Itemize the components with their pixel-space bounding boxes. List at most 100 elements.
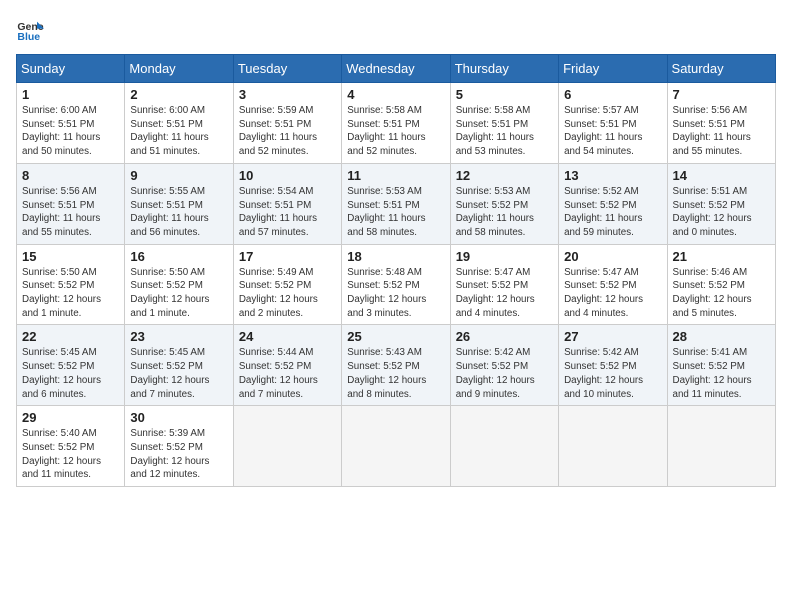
day-number: 8	[22, 168, 119, 183]
day-number: 16	[130, 249, 227, 264]
day-info: Sunrise: 5:50 AM Sunset: 5:52 PM Dayligh…	[130, 266, 227, 321]
page-header: General Blue	[16, 16, 776, 44]
calendar-cell: 6 Sunrise: 5:57 AM Sunset: 5:51 PM Daylig…	[559, 83, 667, 164]
calendar-cell: 14 Sunrise: 5:51 AM Sunset: 5:52 PM Dayli…	[667, 163, 775, 244]
day-info: Sunrise: 5:52 AM Sunset: 5:52 PM Dayligh…	[564, 185, 661, 240]
day-info: Sunrise: 5:43 AM Sunset: 5:52 PM Dayligh…	[347, 346, 444, 401]
calendar-cell: 18 Sunrise: 5:48 AM Sunset: 5:52 PM Dayli…	[342, 244, 450, 325]
logo-icon: General Blue	[16, 16, 44, 44]
day-info: Sunrise: 5:58 AM Sunset: 5:51 PM Dayligh…	[347, 104, 444, 159]
calendar-cell: 19 Sunrise: 5:47 AM Sunset: 5:52 PM Dayli…	[450, 244, 558, 325]
day-number: 4	[347, 87, 444, 102]
calendar-week-row: 1 Sunrise: 6:00 AM Sunset: 5:51 PM Daylig…	[17, 83, 776, 164]
calendar-cell: 24Sunrise: 5:44 AM Sunset: 5:52 PM Dayli…	[233, 325, 341, 406]
calendar-cell: 30 Sunrise: 5:39 AM Sunset: 5:52 PM Dayli…	[125, 406, 233, 487]
day-info: Sunrise: 5:48 AM Sunset: 5:52 PM Dayligh…	[347, 266, 444, 321]
day-info: Sunrise: 5:56 AM Sunset: 5:51 PM Dayligh…	[673, 104, 770, 159]
day-info: Sunrise: 5:42 AM Sunset: 5:52 PM Dayligh…	[564, 346, 661, 401]
day-number: 6	[564, 87, 661, 102]
day-number: 22	[22, 329, 119, 344]
day-number: 18	[347, 249, 444, 264]
day-number: 29	[22, 410, 119, 425]
calendar-week-row: 22 Sunrise: 5:45 AM Sunset: 5:52 PM Dayli…	[17, 325, 776, 406]
day-info: Sunrise: 5:54 AM Sunset: 5:51 PM Dayligh…	[239, 185, 336, 240]
day-number: 3	[239, 87, 336, 102]
day-info: Sunrise: 5:50 AM Sunset: 5:52 PM Dayligh…	[22, 266, 119, 321]
day-number: 1	[22, 87, 119, 102]
day-number: 5	[456, 87, 553, 102]
calendar-header-row: SundayMondayTuesdayWednesdayThursdayFrid…	[17, 55, 776, 83]
day-info: Sunrise: 6:00 AM Sunset: 5:51 PM Dayligh…	[22, 104, 119, 159]
calendar-cell: 27Sunrise: 5:42 AM Sunset: 5:52 PM Dayli…	[559, 325, 667, 406]
day-info: Sunrise: 5:56 AM Sunset: 5:51 PM Dayligh…	[22, 185, 119, 240]
day-number: 28	[673, 329, 770, 344]
col-header-sunday: Sunday	[17, 55, 125, 83]
calendar-cell: 9Sunrise: 5:55 AM Sunset: 5:51 PM Daylig…	[125, 163, 233, 244]
day-info: Sunrise: 5:46 AM Sunset: 5:52 PM Dayligh…	[673, 266, 770, 321]
calendar-cell: 28 Sunrise: 5:41 AM Sunset: 5:52 PM Dayli…	[667, 325, 775, 406]
day-info: Sunrise: 5:47 AM Sunset: 5:52 PM Dayligh…	[564, 266, 661, 321]
svg-text:Blue: Blue	[17, 31, 40, 43]
day-number: 30	[130, 410, 227, 425]
col-header-friday: Friday	[559, 55, 667, 83]
day-number: 26	[456, 329, 553, 344]
calendar-cell: 11 Sunrise: 5:53 AM Sunset: 5:51 PM Dayli…	[342, 163, 450, 244]
calendar-cell: 23 Sunrise: 5:45 AM Sunset: 5:52 PM Dayli…	[125, 325, 233, 406]
calendar-cell: 3Sunrise: 5:59 AM Sunset: 5:51 PM Daylig…	[233, 83, 341, 164]
calendar-cell: 5Sunrise: 5:58 AM Sunset: 5:51 PM Daylig…	[450, 83, 558, 164]
col-header-tuesday: Tuesday	[233, 55, 341, 83]
day-number: 13	[564, 168, 661, 183]
day-number: 15	[22, 249, 119, 264]
day-info: Sunrise: 6:00 AM Sunset: 5:51 PM Dayligh…	[130, 104, 227, 159]
day-info: Sunrise: 5:40 AM Sunset: 5:52 PM Dayligh…	[22, 427, 119, 482]
calendar-cell: 4 Sunrise: 5:58 AM Sunset: 5:51 PM Daylig…	[342, 83, 450, 164]
col-header-thursday: Thursday	[450, 55, 558, 83]
day-info: Sunrise: 5:45 AM Sunset: 5:52 PM Dayligh…	[22, 346, 119, 401]
day-info: Sunrise: 5:53 AM Sunset: 5:51 PM Dayligh…	[347, 185, 444, 240]
day-number: 7	[673, 87, 770, 102]
day-info: Sunrise: 5:42 AM Sunset: 5:52 PM Dayligh…	[456, 346, 553, 401]
calendar-cell: 17Sunrise: 5:49 AM Sunset: 5:52 PM Dayli…	[233, 244, 341, 325]
day-info: Sunrise: 5:51 AM Sunset: 5:52 PM Dayligh…	[673, 185, 770, 240]
calendar-cell	[342, 406, 450, 487]
day-info: Sunrise: 5:39 AM Sunset: 5:52 PM Dayligh…	[130, 427, 227, 482]
calendar-cell: 12 Sunrise: 5:53 AM Sunset: 5:52 PM Dayli…	[450, 163, 558, 244]
day-number: 19	[456, 249, 553, 264]
calendar-cell: 20Sunrise: 5:47 AM Sunset: 5:52 PM Dayli…	[559, 244, 667, 325]
calendar-cell: 25 Sunrise: 5:43 AM Sunset: 5:52 PM Dayli…	[342, 325, 450, 406]
calendar-week-row: 8 Sunrise: 5:56 AM Sunset: 5:51 PM Daylig…	[17, 163, 776, 244]
calendar-table: SundayMondayTuesdayWednesdayThursdayFrid…	[16, 54, 776, 487]
calendar-cell: 26 Sunrise: 5:42 AM Sunset: 5:52 PM Dayli…	[450, 325, 558, 406]
calendar-cell: 13 Sunrise: 5:52 AM Sunset: 5:52 PM Dayli…	[559, 163, 667, 244]
calendar-cell: 29 Sunrise: 5:40 AM Sunset: 5:52 PM Dayli…	[17, 406, 125, 487]
calendar-cell: 10 Sunrise: 5:54 AM Sunset: 5:51 PM Dayli…	[233, 163, 341, 244]
day-number: 11	[347, 168, 444, 183]
col-header-saturday: Saturday	[667, 55, 775, 83]
day-info: Sunrise: 5:47 AM Sunset: 5:52 PM Dayligh…	[456, 266, 553, 321]
calendar-week-row: 29 Sunrise: 5:40 AM Sunset: 5:52 PM Dayli…	[17, 406, 776, 487]
day-number: 23	[130, 329, 227, 344]
day-number: 10	[239, 168, 336, 183]
day-number: 25	[347, 329, 444, 344]
day-info: Sunrise: 5:41 AM Sunset: 5:52 PM Dayligh…	[673, 346, 770, 401]
day-info: Sunrise: 5:53 AM Sunset: 5:52 PM Dayligh…	[456, 185, 553, 240]
day-number: 21	[673, 249, 770, 264]
day-number: 17	[239, 249, 336, 264]
calendar-cell	[667, 406, 775, 487]
day-info: Sunrise: 5:45 AM Sunset: 5:52 PM Dayligh…	[130, 346, 227, 401]
calendar-cell: 21 Sunrise: 5:46 AM Sunset: 5:52 PM Dayli…	[667, 244, 775, 325]
calendar-week-row: 15 Sunrise: 5:50 AM Sunset: 5:52 PM Dayli…	[17, 244, 776, 325]
col-header-monday: Monday	[125, 55, 233, 83]
calendar-cell: 22 Sunrise: 5:45 AM Sunset: 5:52 PM Dayli…	[17, 325, 125, 406]
calendar-cell: 15 Sunrise: 5:50 AM Sunset: 5:52 PM Dayli…	[17, 244, 125, 325]
day-info: Sunrise: 5:55 AM Sunset: 5:51 PM Dayligh…	[130, 185, 227, 240]
day-number: 24	[239, 329, 336, 344]
calendar-cell: 7 Sunrise: 5:56 AM Sunset: 5:51 PM Daylig…	[667, 83, 775, 164]
day-number: 14	[673, 168, 770, 183]
calendar-cell: 16 Sunrise: 5:50 AM Sunset: 5:52 PM Dayli…	[125, 244, 233, 325]
day-number: 12	[456, 168, 553, 183]
calendar-cell	[559, 406, 667, 487]
calendar-cell: 8 Sunrise: 5:56 AM Sunset: 5:51 PM Daylig…	[17, 163, 125, 244]
calendar-cell: 1 Sunrise: 6:00 AM Sunset: 5:51 PM Daylig…	[17, 83, 125, 164]
day-info: Sunrise: 5:57 AM Sunset: 5:51 PM Dayligh…	[564, 104, 661, 159]
